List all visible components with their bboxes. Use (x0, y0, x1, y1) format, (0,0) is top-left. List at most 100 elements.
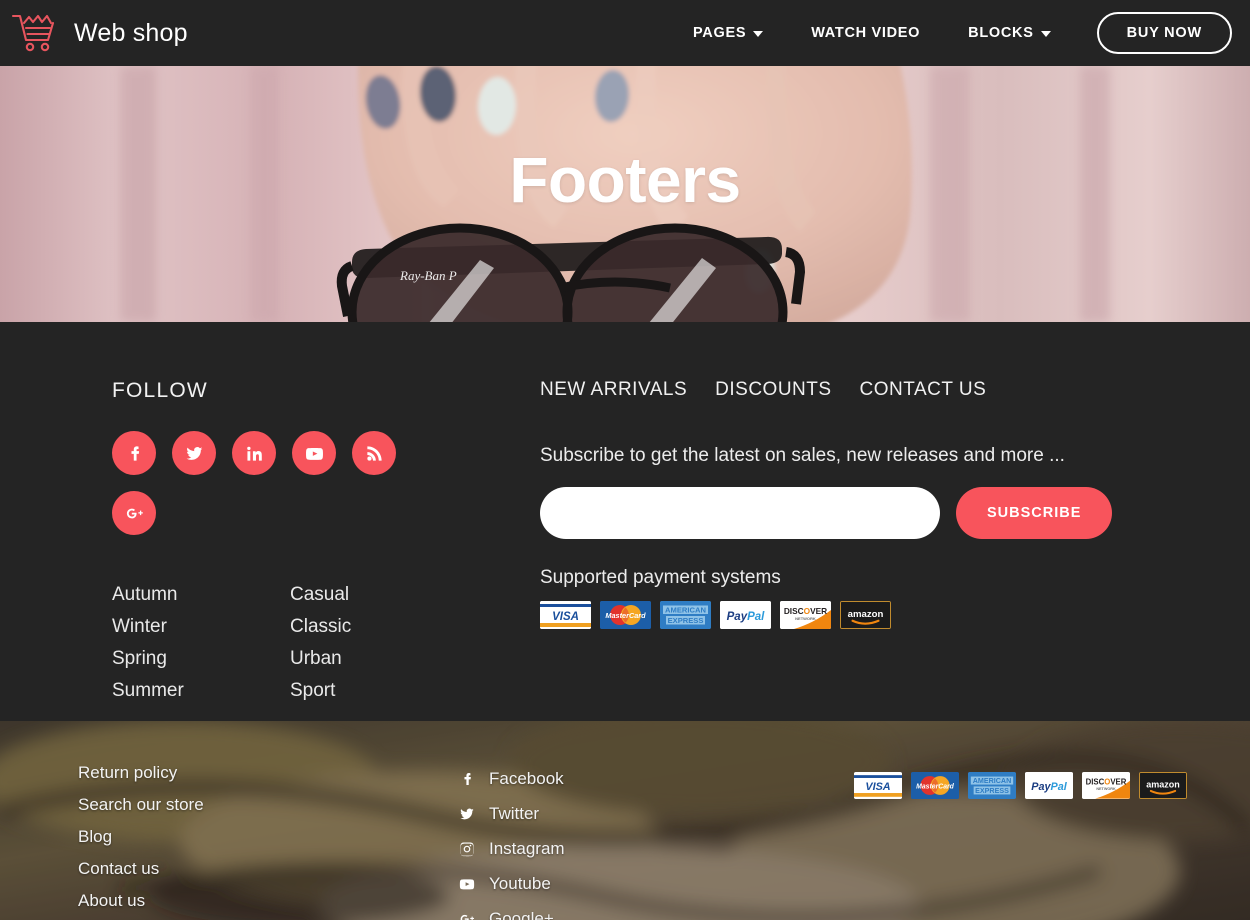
brand-logo[interactable]: Web shop (10, 10, 188, 56)
subscribe-description: Subscribe to get the latest on sales, ne… (540, 445, 1065, 466)
youtube-icon (305, 447, 323, 460)
discover-icon: DISCOVER NETWORK (1082, 772, 1130, 799)
footer-bottom-link-blog[interactable]: Blog (78, 821, 458, 853)
google-plus-icon (126, 508, 143, 518)
google-plus-icon (458, 911, 475, 920)
svg-text:VISA: VISA (552, 611, 579, 623)
svg-text:EXPRESS: EXPRESS (975, 787, 1009, 795)
american-express-icon: AMERICAN EXPRESS (660, 601, 711, 629)
svg-text:amazon: amazon (1146, 779, 1180, 789)
paypal-icon: PayPal (1025, 772, 1073, 799)
twitter-icon (186, 446, 202, 460)
mastercard-icon: MasterCard (911, 772, 959, 799)
footer-social-label: Facebook (489, 769, 564, 788)
svg-text:DISCOVER: DISCOVER (1086, 778, 1127, 787)
footer-bottom: Return policy Search our store Blog Cont… (0, 721, 1250, 920)
page-title: Footers (509, 144, 741, 216)
facebook-icon (458, 771, 475, 787)
payment-systems-label: Supported payment systems (540, 567, 781, 588)
mastercard-icon: MasterCard (600, 601, 651, 629)
instagram-icon (458, 841, 475, 857)
subscribe-email-input[interactable] (540, 487, 940, 539)
buy-now-button[interactable]: BUY NOW (1096, 12, 1232, 54)
footer-social-twitter[interactable]: Twitter (458, 796, 818, 831)
social-circle-google-plus[interactable] (112, 491, 156, 535)
footer-link-new-arrivals[interactable]: NEW ARRIVALS (540, 379, 687, 401)
svg-text:VISA: VISA (865, 781, 890, 793)
footer-social-label: Google+ (489, 909, 554, 920)
visa-icon: VISA (854, 772, 902, 799)
svg-text:DISCOVER: DISCOVER (784, 606, 827, 616)
social-circle-youtube[interactable] (292, 431, 336, 475)
subscribe-button[interactable]: SUBSCRIBE (956, 487, 1113, 539)
category-column-styles: Casual Classic Urban Sport (290, 579, 468, 707)
footer-social-youtube[interactable]: Youtube (458, 866, 818, 901)
footer-top-links: NEW ARRIVALS DISCOUNTS CONTACT US (540, 379, 1250, 401)
footer-social-instagram[interactable]: Instagram (458, 831, 818, 866)
amazon-icon: amazon (840, 601, 891, 629)
social-circle-facebook[interactable] (112, 431, 156, 475)
amazon-icon: amazon (1139, 772, 1187, 799)
footer-bottom-link-contact-us[interactable]: Contact us (78, 853, 458, 885)
nav-item-blocks[interactable]: BLOCKS (944, 25, 1074, 41)
nav-item-pages[interactable]: PAGES (669, 25, 787, 41)
category-column-seasons: Autumn Winter Spring Summer (112, 579, 290, 707)
category-link[interactable]: Urban (290, 643, 468, 675)
footer-bottom-link-search-our-store[interactable]: Search our store (78, 789, 458, 821)
footer-link-contact-us[interactable]: CONTACT US (860, 379, 987, 401)
svg-text:MasterCard: MasterCard (605, 611, 646, 620)
nav-links: PAGES WATCH VIDEO BLOCKS BUY NOW (669, 12, 1232, 54)
svg-text:EXPRESS: EXPRESS (668, 616, 704, 625)
chevron-down-icon (753, 31, 764, 37)
linkedin-icon (246, 446, 262, 461)
footer-social-label: Instagram (489, 839, 565, 858)
category-link[interactable]: Classic (290, 611, 468, 643)
footer-bottom-links: Return policy Search our store Blog Cont… (78, 757, 458, 917)
footer-bottom-payment-badges: VISA MasterCard AMERICAN EXPRESS PayPal D… (854, 772, 1187, 799)
svg-text:NETWORK: NETWORK (1096, 787, 1116, 791)
category-link[interactable]: Sport (290, 675, 468, 707)
footer-bottom-link-about-us[interactable]: About us (78, 885, 458, 917)
nav-item-label: WATCH VIDEO (811, 25, 921, 41)
footer-social-facebook[interactable]: Facebook (458, 761, 818, 796)
nav-item-watch-video[interactable]: WATCH VIDEO (787, 25, 944, 41)
svg-text:AMERICAN: AMERICAN (973, 777, 1011, 785)
social-circle-linkedin[interactable] (232, 431, 276, 475)
hero-banner: Ray-Ban P Footers (0, 66, 1250, 322)
footer-right-column: NEW ARRIVALS DISCOUNTS CONTACT US Subscr… (540, 379, 1250, 707)
category-columns: Autumn Winter Spring Summer Casual Class… (112, 579, 540, 707)
social-circle-list (112, 431, 412, 535)
svg-text:amazon: amazon (848, 609, 884, 620)
footer-social-label: Youtube (489, 874, 551, 893)
shopping-cart-icon (10, 10, 62, 56)
youtube-icon (458, 876, 475, 892)
category-link[interactable]: Spring (112, 643, 290, 675)
footer-link-discounts[interactable]: DISCOUNTS (715, 379, 831, 401)
svg-text:PayPal: PayPal (727, 611, 766, 623)
nav-item-label: BLOCKS (968, 25, 1034, 41)
category-link[interactable]: Summer (112, 675, 290, 707)
footer-main: FOLLOW Autumn Winter Spring Summer Casua… (0, 322, 1250, 721)
payment-badges: VISA MasterCard AMERICAN EXPRESS PayPal D… (540, 601, 1250, 629)
brand-name: Web shop (74, 18, 188, 47)
svg-text:Ray-Ban P: Ray-Ban P (399, 268, 457, 283)
footer-bottom-social-list: Facebook Twitter Instagram Youtube Googl… (458, 757, 818, 920)
footer-left-column: FOLLOW Autumn Winter Spring Summer Casua… (112, 379, 540, 707)
svg-text:NETWORK: NETWORK (795, 616, 816, 621)
svg-text:PayPal: PayPal (1031, 781, 1067, 793)
discover-icon: DISCOVER NETWORK (780, 601, 831, 629)
category-link[interactable]: Winter (112, 611, 290, 643)
twitter-icon (458, 806, 475, 822)
footer-social-google-plus[interactable]: Google+ (458, 901, 818, 920)
footer-bottom-link-return-policy[interactable]: Return policy (78, 757, 458, 789)
social-circle-twitter[interactable] (172, 431, 216, 475)
follow-heading: FOLLOW (112, 379, 208, 402)
nav-item-label: PAGES (693, 25, 747, 41)
category-link[interactable]: Casual (290, 579, 468, 611)
chevron-down-icon (1040, 31, 1051, 37)
facebook-icon (130, 445, 139, 461)
social-circle-rss[interactable] (352, 431, 396, 475)
subscribe-form: SUBSCRIBE (540, 487, 1250, 539)
category-link[interactable]: Autumn (112, 579, 290, 611)
footer-social-label: Twitter (489, 804, 540, 823)
